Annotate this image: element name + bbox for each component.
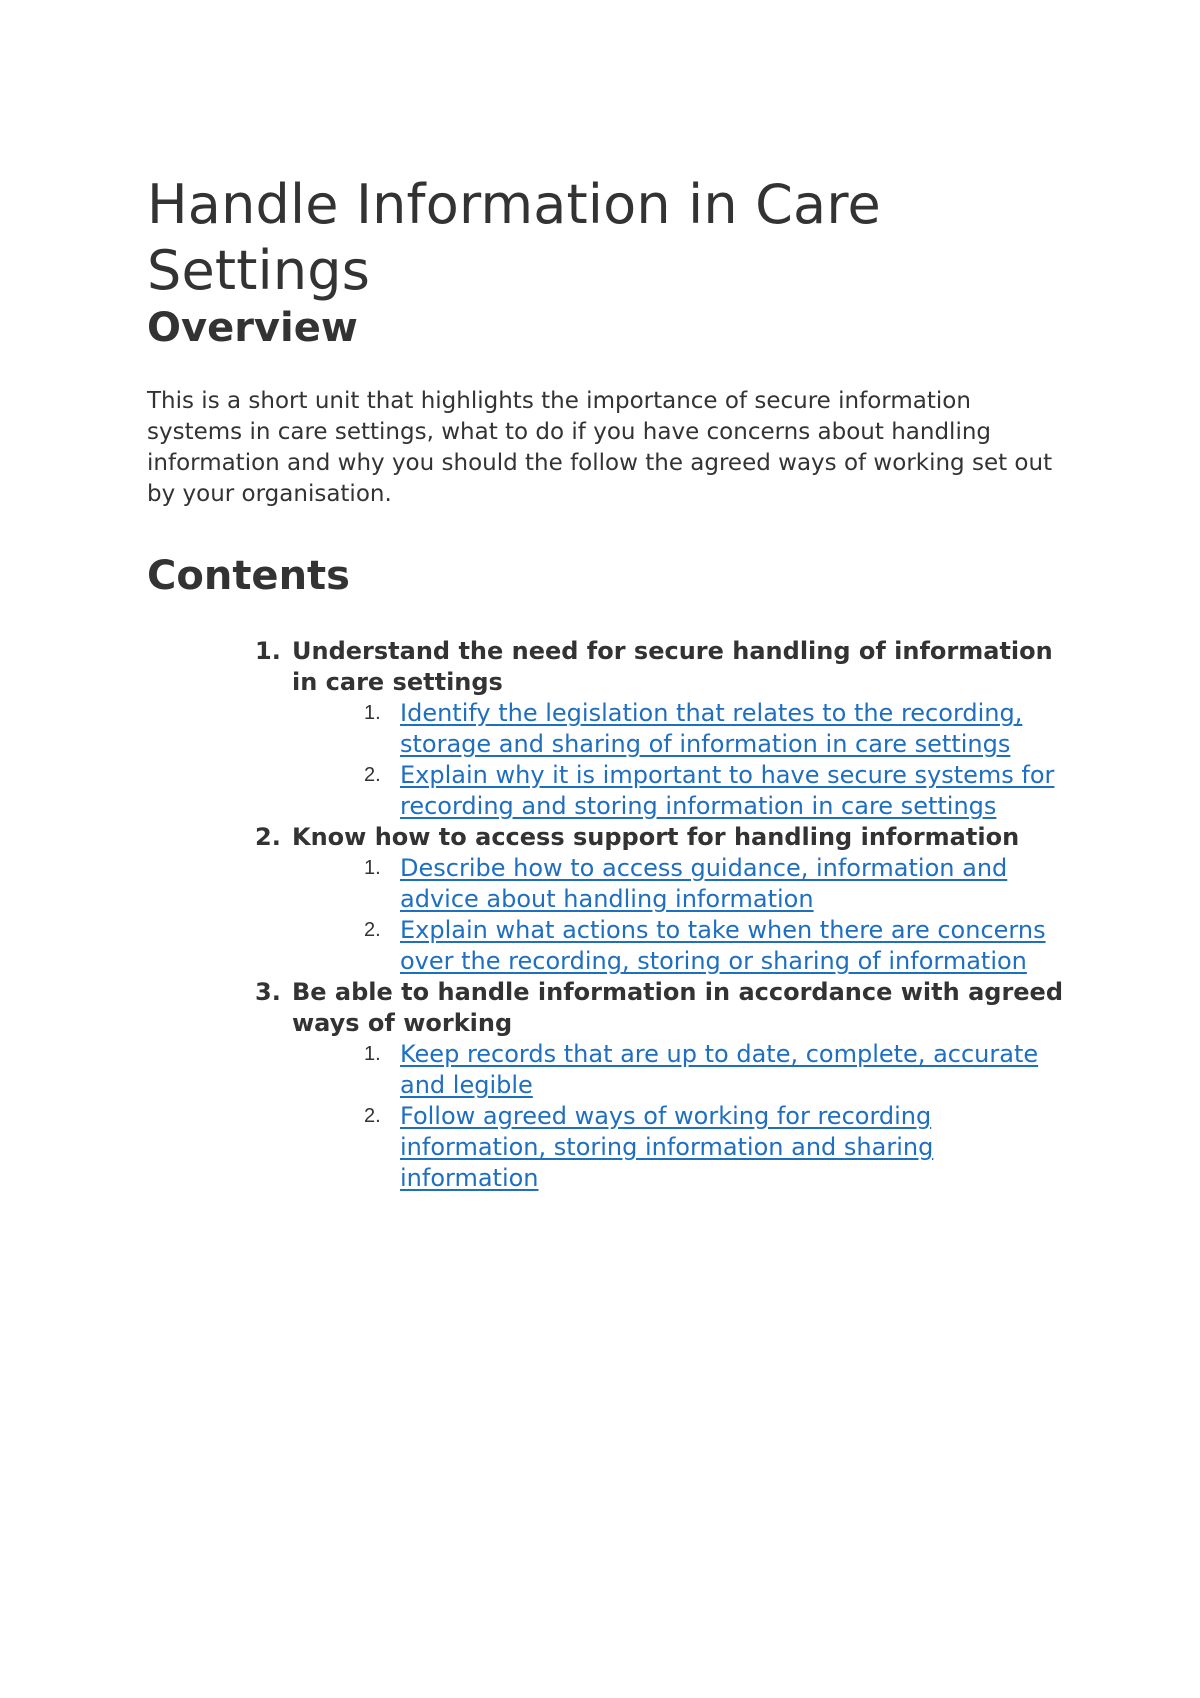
subsection-link[interactable]: Describe how to access guidance, informa…: [400, 854, 1007, 913]
subsection-number: 1.: [364, 857, 381, 879]
subsection-list: 1. Describe how to access guidance, info…: [292, 853, 1067, 977]
subsection-number: 2.: [364, 919, 381, 941]
document-title: Handle Information in Care Settings: [147, 173, 881, 302]
subsection-link[interactable]: Follow agreed ways of working for record…: [400, 1102, 933, 1192]
subsection-item: 2. Explain why it is important to have s…: [292, 760, 1067, 822]
subsection-item: 1. Identify the legislation that relates…: [292, 698, 1067, 760]
section-number: 3.: [255, 978, 281, 1006]
subsection-number: 1.: [364, 702, 381, 724]
section-title: Understand the need for secure handling …: [292, 637, 1053, 696]
section-title: Know how to access support for handling …: [292, 823, 1020, 851]
section-number: 1.: [255, 637, 281, 665]
subsection-link[interactable]: Explain why it is important to have secu…: [400, 761, 1054, 820]
subsection-number: 1.: [364, 1043, 381, 1065]
subsection-link[interactable]: Explain what actions to take when there …: [400, 916, 1046, 975]
subsection-item: 1. Keep records that are up to date, com…: [292, 1039, 1067, 1101]
section-title: Be able to handle information in accorda…: [292, 978, 1064, 1037]
subsection-number: 2.: [364, 1105, 381, 1127]
overview-heading: Overview: [147, 305, 358, 351]
subsection-list: 1. Identify the legislation that relates…: [292, 698, 1067, 822]
contents-heading: Contents: [147, 553, 350, 599]
subsection-link[interactable]: Keep records that are up to date, comple…: [400, 1040, 1038, 1099]
contents-section: 3. Be able to handle information in acco…: [147, 977, 1067, 1194]
subsection-list: 1. Keep records that are up to date, com…: [292, 1039, 1067, 1194]
contents-list: 1. Understand the need for secure handli…: [147, 636, 1067, 1194]
section-number: 2.: [255, 823, 281, 851]
document-page: Handle Information in Care Settings Over…: [147, 172, 1067, 1194]
overview-paragraph: This is a short unit that highlights the…: [147, 388, 1053, 507]
subsection-link[interactable]: Identify the legislation that relates to…: [400, 699, 1022, 758]
contents-section: 2. Know how to access support for handli…: [147, 822, 1067, 977]
subsection-item: 2. Explain what actions to take when the…: [292, 915, 1067, 977]
subsection-number: 2.: [364, 764, 381, 786]
subsection-item: 1. Describe how to access guidance, info…: [292, 853, 1067, 915]
contents-section: 1. Understand the need for secure handli…: [147, 636, 1067, 822]
subsection-item: 2. Follow agreed ways of working for rec…: [292, 1101, 1067, 1194]
